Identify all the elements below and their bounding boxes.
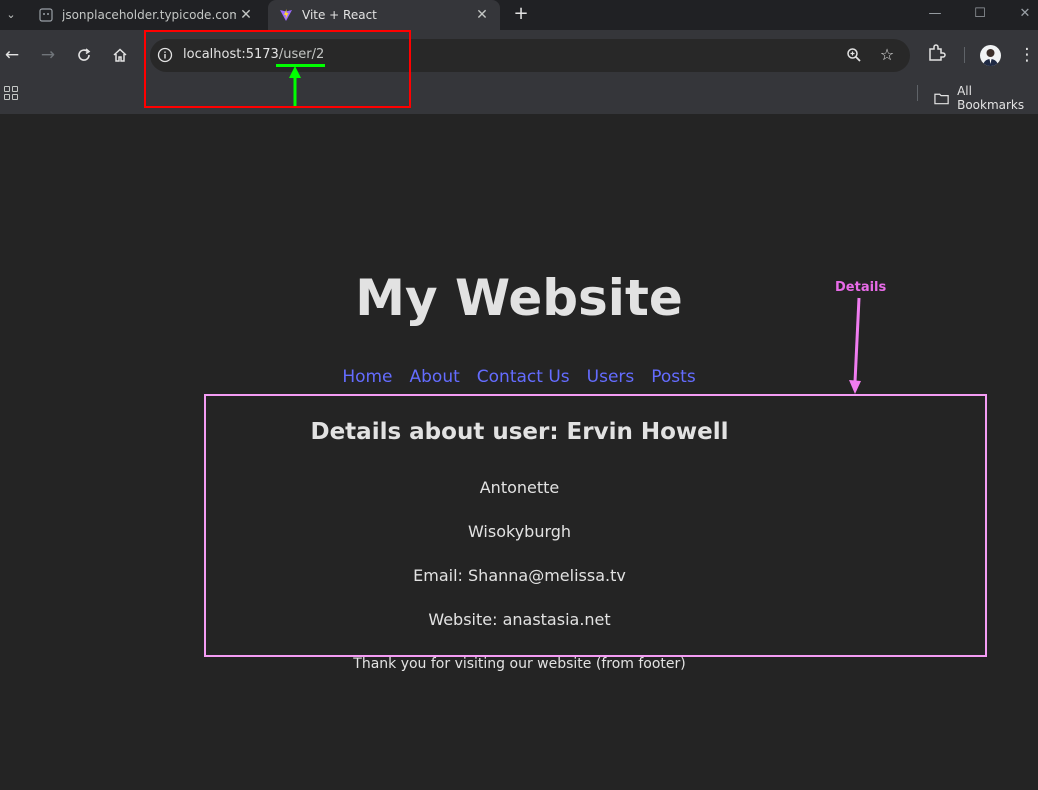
- close-tab-icon[interactable]: ✕: [236, 7, 256, 23]
- nav-link-about[interactable]: About: [410, 367, 460, 387]
- tab-title: jsonplaceholder.typicode.com/p: [62, 8, 236, 22]
- nav-link-home[interactable]: Home: [342, 367, 392, 387]
- tab-search-icon[interactable]: ⌄: [0, 4, 22, 26]
- url-path-underline: [276, 64, 325, 67]
- details-highlight-box: [204, 394, 987, 657]
- jsonplaceholder-favicon-icon: [38, 7, 54, 23]
- maximize-button[interactable]: ☐: [969, 4, 991, 24]
- folder-icon: [934, 93, 949, 104]
- back-arrow-icon[interactable]: ←: [0, 43, 24, 67]
- nav-link-contact-us[interactable]: Contact Us: [477, 367, 570, 387]
- apps-grid-icon[interactable]: [4, 86, 18, 100]
- home-icon[interactable]: [108, 43, 132, 67]
- new-tab-button[interactable]: +: [510, 3, 532, 25]
- tab-vite-react[interactable]: Vite + React ✕: [268, 0, 500, 30]
- site-nav: Home About Contact Us Users Posts: [0, 367, 1038, 387]
- all-bookmarks-label: All Bookmarks: [957, 84, 1025, 112]
- site-heading: My Website: [355, 269, 683, 327]
- minimize-button[interactable]: —: [924, 4, 946, 24]
- footer-text: Thank you for visiting our website (from…: [353, 656, 686, 672]
- zoom-icon[interactable]: [844, 45, 864, 65]
- extensions-icon[interactable]: [926, 43, 948, 65]
- url-highlight-box: [144, 30, 411, 108]
- nav-link-users[interactable]: Users: [587, 367, 635, 387]
- nav-link-posts[interactable]: Posts: [651, 367, 695, 387]
- tab-jsonplaceholder[interactable]: jsonplaceholder.typicode.com/p ✕: [28, 0, 264, 30]
- profile-avatar[interactable]: [980, 45, 1001, 66]
- star-icon[interactable]: ☆: [877, 45, 897, 65]
- reload-icon[interactable]: [72, 43, 96, 67]
- vite-logo-icon: [278, 7, 294, 23]
- close-window-button[interactable]: ✕: [1014, 4, 1036, 24]
- all-bookmarks-button[interactable]: All Bookmarks: [934, 84, 1038, 112]
- forward-arrow-icon[interactable]: →: [36, 43, 60, 67]
- menu-dots-icon[interactable]: ⋮: [1018, 43, 1036, 67]
- close-tab-icon[interactable]: ✕: [472, 7, 492, 23]
- tab-strip: ⌄ jsonplaceholder.typicode.com/p ✕ Vite …: [0, 0, 1038, 30]
- bookmarks-separator: [917, 85, 918, 101]
- toolbar-separator: [964, 47, 965, 63]
- tab-title: Vite + React: [302, 8, 377, 22]
- details-annotation-label: Details: [835, 280, 887, 295]
